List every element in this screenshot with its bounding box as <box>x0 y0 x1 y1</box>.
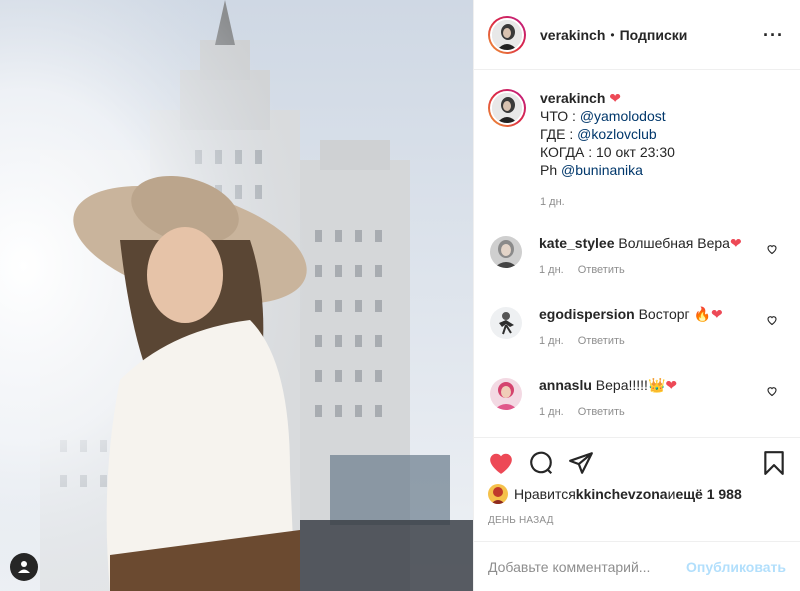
commenter-avatar[interactable] <box>490 378 522 410</box>
share-icon <box>569 452 593 474</box>
heart-outline-icon <box>767 387 777 397</box>
caption-avatar-image <box>492 93 522 123</box>
comment-emoji: 👑❤ <box>647 377 678 393</box>
heart-outline-icon <box>767 316 777 326</box>
comment-time[interactable]: 1 дн. <box>539 406 564 418</box>
comments-section[interactable]: verakinch ❤ ЧТО : @yamolodost ГДЕ : @koz… <box>474 71 800 437</box>
author-username[interactable]: verakinch <box>540 27 605 43</box>
user-tag-button[interactable] <box>10 553 38 581</box>
photo-illustration <box>0 0 473 591</box>
liker-avatar[interactable] <box>488 484 508 504</box>
caption-line: Ph @buninanika <box>540 161 675 179</box>
comment-item: kate_stylee Волшебная Вера❤ 1 дн. Ответит… <box>474 234 800 279</box>
reply-button[interactable]: Ответить <box>578 406 625 418</box>
author-avatar-image <box>492 19 522 50</box>
bookmark-icon <box>764 451 784 475</box>
caption-username[interactable]: verakinch <box>540 90 605 106</box>
author-avatar[interactable] <box>488 15 526 54</box>
caption-time[interactable]: 1 дн. <box>540 193 675 211</box>
reply-button[interactable]: Ответить <box>578 264 625 276</box>
commenter-avatar[interactable] <box>490 236 522 268</box>
share-button[interactable] <box>568 450 594 476</box>
like-button[interactable] <box>488 451 514 475</box>
caption-line-label: ЧТО : <box>540 108 580 124</box>
comment-emoji: ❤ <box>729 235 742 251</box>
caption-line-label: Ph <box>540 162 562 178</box>
comment-item: egodispersion Восторг 🔥❤ 1 дн. Ответить <box>474 305 800 350</box>
commenter-avatar-image <box>490 378 522 410</box>
more-options-icon[interactable]: ··· <box>763 26 784 44</box>
caption-avatar[interactable] <box>488 89 526 127</box>
comment-text: Восторг <box>638 306 694 322</box>
comment-like-button[interactable] <box>766 313 778 329</box>
comment-text: Вера!!!!! <box>595 377 648 393</box>
header-separator: • <box>610 27 615 42</box>
save-button[interactable] <box>762 450 786 476</box>
comment-input[interactable] <box>488 558 687 575</box>
comment-emoji: 🔥❤ <box>693 306 723 322</box>
mention-link[interactable]: @yamolodost <box>580 108 666 124</box>
mention-link[interactable]: @kozlovclub <box>577 126 657 142</box>
comment-time[interactable]: 1 дн. <box>539 264 564 276</box>
heart-emoji-icon: ❤ <box>609 90 621 106</box>
comment-like-button[interactable] <box>766 384 778 400</box>
caption-line-label: КОГДА : 10 окт 23:30 <box>540 144 675 160</box>
commenter-avatar[interactable] <box>490 307 522 339</box>
comment-like-button[interactable] <box>766 242 778 258</box>
caption-line: ЧТО : @yamolodost <box>540 107 675 125</box>
post-panel: verakinch • Подписки ··· verakinch ❤ ЧТО… <box>473 0 800 591</box>
caption-line: КОГДА : 10 окт 23:30 <box>540 143 675 161</box>
mention-link[interactable]: @buninanika <box>561 162 643 178</box>
post-caption: verakinch ❤ ЧТО : @yamolodost ГДЕ : @koz… <box>474 71 800 211</box>
caption-line-label: ГДЕ : <box>540 126 578 142</box>
post-header: verakinch • Подписки ··· <box>474 0 800 70</box>
liker-username[interactable]: kkinchevzona <box>576 486 668 502</box>
post-photo[interactable] <box>0 0 473 591</box>
comment-text: Волшебная Вера <box>618 235 730 251</box>
likes-summary: Нравится kkinchevzona и ещё 1 988 <box>488 484 786 504</box>
likes-prefix: Нравится <box>514 486 576 502</box>
heart-filled-icon <box>490 453 512 474</box>
heart-outline-icon <box>767 245 777 255</box>
reply-button[interactable]: Ответить <box>578 335 625 347</box>
publish-button[interactable]: Опубликовать <box>686 559 786 575</box>
follow-button[interactable]: Подписки <box>620 27 688 43</box>
liker-avatar-image <box>488 484 508 504</box>
likes-count[interactable]: ещё 1 988 <box>675 486 741 502</box>
likes-middle: и <box>667 486 676 502</box>
comment-icon <box>530 451 553 475</box>
comment-username[interactable]: annaslu <box>539 377 592 393</box>
action-icons-row <box>488 438 786 488</box>
comment-time[interactable]: 1 дн. <box>539 335 564 347</box>
user-tag-icon <box>18 561 30 573</box>
post-actions: Нравится kkinchevzona и ещё 1 988 ДЕНЬ Н… <box>474 437 800 541</box>
post-date[interactable]: ДЕНЬ НАЗАД <box>488 515 786 526</box>
comment-username[interactable]: egodispersion <box>539 306 635 322</box>
commenter-avatar-image <box>490 236 522 268</box>
add-comment-bar: Опубликовать <box>474 541 800 591</box>
caption-line: ГДЕ : @kozlovclub <box>540 125 675 143</box>
comment-username[interactable]: kate_stylee <box>539 235 615 251</box>
commenter-avatar-image <box>490 307 522 339</box>
comment-button[interactable] <box>528 450 554 476</box>
comment-item: annaslu Вера!!!!!👑❤ 1 дн. Ответить <box>474 376 800 421</box>
